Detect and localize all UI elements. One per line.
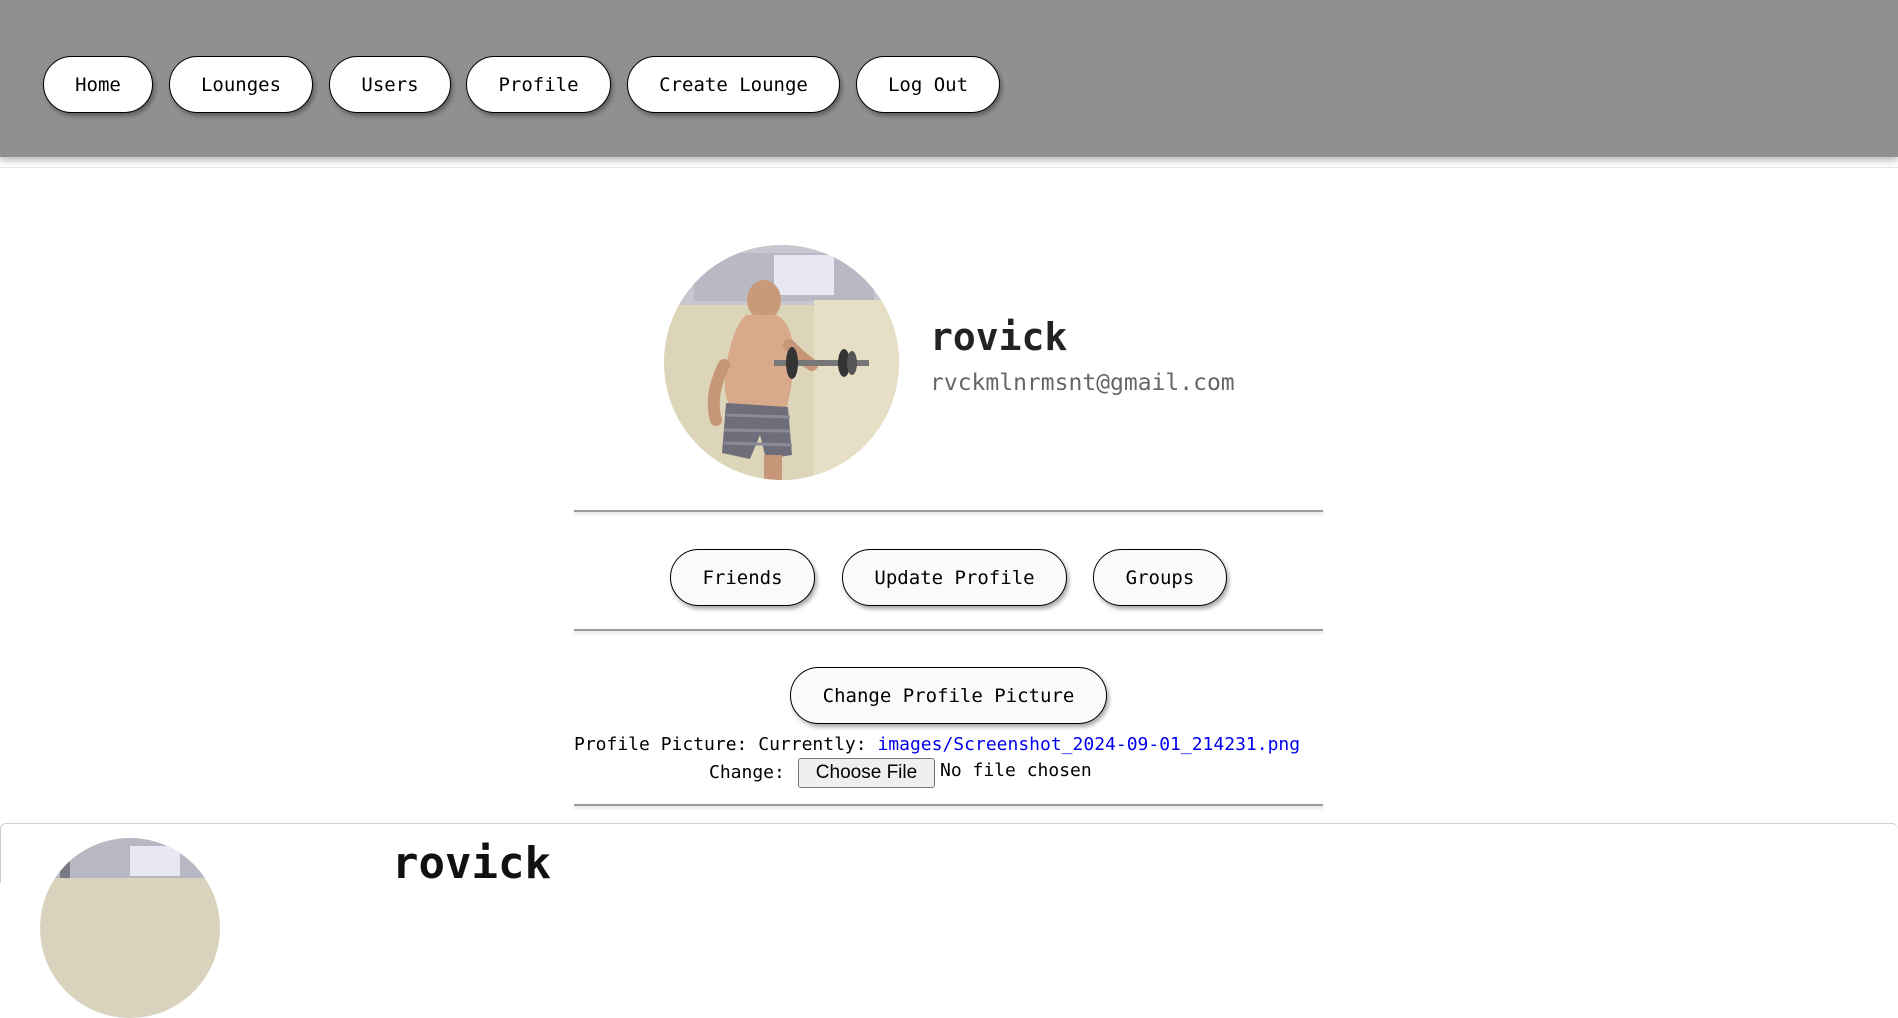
- friends-button[interactable]: Friends: [670, 549, 815, 606]
- profile-photo-icon: [40, 838, 220, 1018]
- profile-username: rovick: [930, 315, 1068, 359]
- profile-photo-icon: [664, 245, 899, 480]
- next-profile-username: rovick: [392, 838, 551, 889]
- current-picture-link[interactable]: images/Screenshot_2024-09-01_214231.png: [877, 734, 1300, 755]
- next-profile-avatar: [40, 838, 220, 1018]
- divider-middle: [574, 629, 1323, 631]
- profile-picture-label: Profile Picture:: [574, 734, 748, 755]
- profile-email: rvckmlnrmsnt@gmail.com: [930, 370, 1235, 396]
- top-nav-bar: Home Lounges Users Profile Create Lounge…: [0, 0, 1898, 157]
- nav-profile-button[interactable]: Profile: [466, 56, 611, 113]
- next-profile-card: [0, 823, 1898, 883]
- change-profile-picture-button[interactable]: Change Profile Picture: [790, 667, 1107, 724]
- profile-avatar: [664, 245, 899, 480]
- choose-file-button[interactable]: Choose File: [798, 758, 935, 788]
- nav-users-button[interactable]: Users: [329, 56, 451, 113]
- nav-lounges-button[interactable]: Lounges: [169, 56, 313, 113]
- currently-label: Currently:: [758, 734, 867, 755]
- file-status-text: No file chosen: [940, 760, 1092, 781]
- change-label: Change:: [709, 762, 785, 783]
- nav-log-out-button[interactable]: Log Out: [856, 56, 1000, 113]
- groups-button[interactable]: Groups: [1093, 549, 1227, 606]
- nav-create-lounge-button[interactable]: Create Lounge: [627, 56, 840, 113]
- nav-home-button[interactable]: Home: [43, 56, 153, 113]
- nav-divider: [0, 167, 1898, 168]
- divider-bottom: [574, 804, 1323, 806]
- profile-picture-current-line: Profile Picture: Currently: images/Scree…: [574, 734, 1300, 755]
- divider-top: [574, 510, 1323, 512]
- update-profile-button[interactable]: Update Profile: [842, 549, 1067, 606]
